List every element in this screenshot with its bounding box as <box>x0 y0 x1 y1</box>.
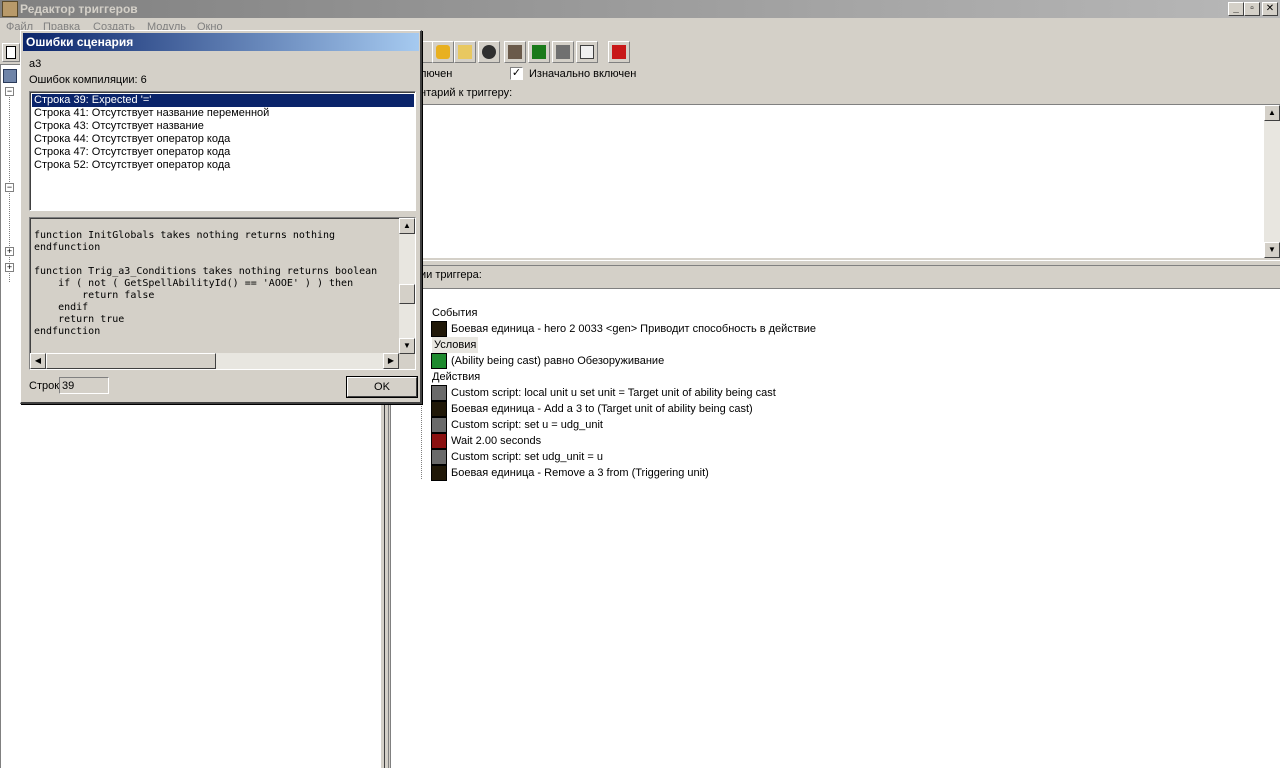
initially-enabled-checkbox[interactable]: ✓ <box>510 67 523 80</box>
scroll-up-button[interactable]: ▲ <box>399 218 415 234</box>
trigger-name: a3 <box>29 58 42 70</box>
new-document-button[interactable] <box>2 43 20 62</box>
main-title-bar: Редактор триггеров _ ▫ ✕ <box>0 0 1280 18</box>
custom-script-icon <box>431 417 447 433</box>
ok-button[interactable]: OK <box>347 377 417 397</box>
script-errors-dialog: Ошибки сценария a3 Ошибок компиляции: 6 … <box>20 30 422 404</box>
action-text: Custom script: set udg_unit = u <box>451 451 603 463</box>
events-heading-label: События <box>432 307 478 319</box>
actions-heading-label: Действия <box>432 371 481 383</box>
scroll-up-button[interactable]: ▲ <box>1264 105 1280 121</box>
map-icon <box>3 69 17 83</box>
action-text: Боевая единица - Remove a 3 from (Trigge… <box>451 467 709 479</box>
condition-text: (Ability being cast) равно Обезоруживани… <box>451 355 665 367</box>
test-map-icon <box>612 45 626 59</box>
action-item[interactable]: Боевая единица - Add a 3 to (Target unit… <box>391 401 991 417</box>
tree-collapse-toggle[interactable]: − <box>5 183 14 192</box>
window-title: Редактор триггеров <box>20 2 138 16</box>
error-list-item[interactable]: Строка 52: Отсутствует оператор кода <box>32 159 414 172</box>
action-text: Custom script: set u = udg_unit <box>451 419 603 431</box>
action-item[interactable]: Custom script: local unit u set unit = T… <box>391 385 991 401</box>
trigger-editor-app-icon <box>2 1 18 17</box>
minimize-button[interactable]: _ <box>1228 2 1244 16</box>
action-text: Боевая единица - Add a 3 to (Target unit… <box>451 403 753 415</box>
page-icon <box>580 45 594 59</box>
error-list-item[interactable]: Строка 44: Отсутствует оператор кода <box>32 133 414 146</box>
scroll-thumb[interactable] <box>46 353 216 369</box>
unit-icon <box>431 465 447 481</box>
toolbar-button[interactable] <box>608 41 630 63</box>
action-text: Custom script: local unit u set unit = T… <box>451 387 776 399</box>
toolbar-button[interactable] <box>478 41 500 63</box>
error-count: Ошибок компиляции: 6 <box>29 74 147 86</box>
line-label: Строк <box>29 380 60 392</box>
dialog-title-bar[interactable]: Ошибки сценария <box>23 33 419 51</box>
scroll-down-button[interactable]: ▼ <box>399 338 415 354</box>
action-item[interactable]: Wait 2.00 seconds <box>391 433 991 449</box>
comment-scrollbar[interactable]: ▲ ▼ <box>1264 105 1280 258</box>
action-item[interactable]: Боевая единица - Remove a 3 from (Trigge… <box>391 465 991 481</box>
custom-script-icon <box>431 385 447 401</box>
grid-icon <box>532 45 546 59</box>
trigger-toolbar <box>420 41 640 65</box>
custom-script-icon <box>431 449 447 465</box>
initially-enabled-label: Изначально включен <box>529 68 637 80</box>
tree-expand-toggle[interactable]: + <box>5 247 14 256</box>
unit-icon <box>431 401 447 417</box>
ability-icon <box>431 353 447 369</box>
maximize-button[interactable]: ▫ <box>1244 2 1260 16</box>
script-code: function InitGlobals takes nothing retur… <box>34 230 378 337</box>
event-item[interactable]: Боевая единица - hero 2 0033 <gen> Приво… <box>391 321 891 337</box>
horizontal-splitter[interactable] <box>390 260 1280 266</box>
error-list-item[interactable]: Строка 39: Expected '=' <box>32 94 414 107</box>
conditions-heading-label: Условия <box>432 337 479 353</box>
book-icon <box>556 45 570 59</box>
condition-item[interactable]: (Ability being cast) равно Обезоруживани… <box>391 353 891 369</box>
error-list[interactable]: Строка 39: Expected '=' Строка 41: Отсут… <box>29 91 416 211</box>
line-number-field[interactable] <box>59 377 109 394</box>
import-icon <box>482 45 496 59</box>
scroll-left-button[interactable]: ◀ <box>30 353 46 369</box>
new-document-icon <box>6 46 16 59</box>
action-item[interactable]: Custom script: set udg_unit = u <box>391 449 991 465</box>
toolbar-button[interactable] <box>454 41 476 63</box>
event-text: Боевая единица - hero 2 0033 <gen> Приво… <box>451 323 816 335</box>
functions-label: ии триггера: <box>420 269 482 281</box>
scroll-thumb[interactable] <box>399 284 415 304</box>
error-list-item[interactable]: Строка 47: Отсутствует оператор кода <box>32 146 414 159</box>
action-text: Wait 2.00 seconds <box>451 435 542 447</box>
enabled-row: лючен ✓ Изначально включен <box>420 67 720 83</box>
toolbar-button[interactable] <box>528 41 550 63</box>
sound-icon <box>458 45 472 59</box>
error-list-item[interactable]: Строка 43: Отсутствует название <box>32 120 414 133</box>
error-list-item[interactable]: Строка 41: Отсутствует название переменн… <box>32 107 414 120</box>
close-button[interactable]: ✕ <box>1262 2 1278 16</box>
action-item[interactable]: Custom script: set u = udg_unit <box>391 417 991 433</box>
toolbar-button[interactable] <box>504 41 526 63</box>
comment-textarea[interactable]: ▲ ▼ <box>420 104 1280 258</box>
keyboard-icon <box>508 45 522 59</box>
toolbar-button[interactable] <box>576 41 598 63</box>
toolbar-button[interactable] <box>552 41 574 63</box>
scroll-down-button[interactable]: ▼ <box>1264 242 1280 258</box>
script-code-view[interactable]: function InitGlobals takes nothing retur… <box>29 217 416 370</box>
variable-icon <box>436 45 450 59</box>
trigger-functions-tree[interactable]: События Боевая единица - hero 2 0033 <ge… <box>390 288 1280 768</box>
wait-icon <box>431 433 447 449</box>
tree-collapse-toggle[interactable]: − <box>5 87 14 96</box>
code-horizontal-scrollbar[interactable]: ◀ ▶ <box>30 353 399 369</box>
toolbar-button[interactable] <box>432 41 454 63</box>
code-vertical-scrollbar[interactable]: ▲ ▼ <box>399 218 415 354</box>
scroll-right-button[interactable]: ▶ <box>383 353 399 369</box>
comment-label: нтарий к триггеру: <box>420 87 513 99</box>
enabled-label: лючен <box>420 68 453 80</box>
tree-expand-toggle[interactable]: + <box>5 263 14 272</box>
unit-icon <box>431 321 447 337</box>
dialog-title: Ошибки сценария <box>26 35 134 49</box>
